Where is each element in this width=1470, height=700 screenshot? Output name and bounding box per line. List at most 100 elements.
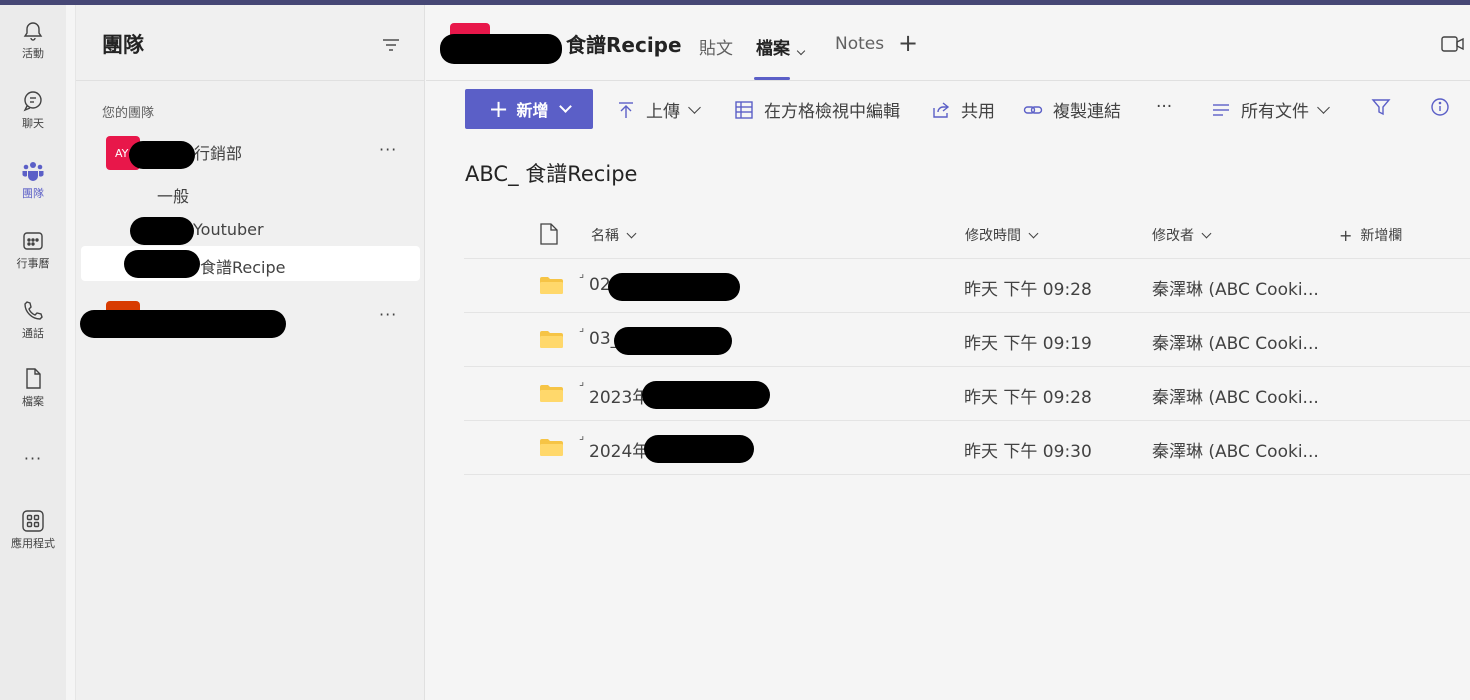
rail-label: 檔案 <box>22 395 44 408</box>
rail-item-apps[interactable]: 應用程式 <box>0 505 66 565</box>
chevron-down-icon <box>558 100 572 113</box>
column-modified-by-label: 修改者 <box>1152 228 1194 244</box>
file-modified: 昨天 下午 09:30 <box>964 442 1092 462</box>
team-second[interactable]: ··· <box>80 301 412 338</box>
table-row[interactable]: ⌟ 02 昨天 下午 09:28 秦澤琳 (ABC Cooki... <box>464 259 1470 313</box>
share-button[interactable]: 共用 <box>931 97 995 122</box>
info-icon <box>1431 98 1449 116</box>
rail-item-calendar[interactable]: 行事曆 <box>0 225 66 285</box>
tab-notes[interactable]: Notes <box>835 34 884 54</box>
folder-icon <box>540 331 563 348</box>
new-button-label: 新增 <box>516 101 549 120</box>
column-modified-label: 修改時間 <box>965 228 1021 244</box>
teams-title: 團隊 <box>102 33 144 57</box>
rail-label: 聊天 <box>22 117 44 130</box>
rail-item-activity[interactable]: 活動 <box>0 15 66 75</box>
redacted-mark <box>80 310 286 338</box>
teams-icon <box>22 162 44 181</box>
channel-recipe[interactable]: 食譜Recipe <box>200 254 286 278</box>
channel-title: 食譜Recipe <box>566 33 682 57</box>
copy-link-label: 複製連結 <box>1053 102 1121 122</box>
plus-icon: + <box>1339 225 1353 245</box>
column-modified-by[interactable]: 修改者 <box>1152 225 1212 245</box>
list-view-icon <box>1213 103 1229 116</box>
redacted-mark <box>129 141 195 169</box>
more-commands-button[interactable]: ··· <box>1156 97 1172 117</box>
upload-icon <box>619 101 633 118</box>
rail-label: 通話 <box>22 327 44 340</box>
upload-label: 上傳 <box>646 102 680 122</box>
tab-files[interactable]: 檔案 <box>756 34 806 59</box>
share-icon <box>933 101 950 118</box>
video-call-icon[interactable] <box>1441 35 1465 53</box>
share-label: 共用 <box>961 102 995 122</box>
file-icon <box>26 368 41 389</box>
info-button[interactable] <box>1430 97 1460 117</box>
column-name-label: 名稱 <box>591 228 619 244</box>
phone-icon <box>24 301 43 320</box>
folder-icon <box>540 385 563 402</box>
filter-icon[interactable] <box>379 33 403 57</box>
new-item-icon: ⌟ <box>579 267 585 280</box>
team-name-suffix: 行銷部 <box>194 144 243 163</box>
redacted-mark <box>644 435 754 463</box>
file-modified: 昨天 下午 09:19 <box>964 334 1092 354</box>
table-row[interactable]: ⌟ 03_ 昨天 下午 09:19 秦澤琳 (ABC Cooki... <box>464 313 1470 367</box>
file-name[interactable]: 2023年 <box>589 383 649 408</box>
app-rail: 活動 聊天 團隊 行事曆 通話 檔案 ··· 應用程式 <box>0 5 66 700</box>
grid-edit-button[interactable]: 在方格檢視中編輯 <box>734 97 900 122</box>
tab-active-indicator <box>754 77 790 80</box>
redacted-mark <box>614 327 732 355</box>
new-item-icon: ⌟ <box>579 375 585 388</box>
file-list-header: 名稱 修改時間 修改者 + 新增欄 <box>464 210 1470 259</box>
team-more-button[interactable]: ··· <box>379 305 397 324</box>
rail-more-button[interactable]: ··· <box>0 449 66 468</box>
copy-link-button[interactable]: 複製連結 <box>1023 97 1121 122</box>
rail-item-chat[interactable]: 聊天 <box>0 85 66 145</box>
command-bar: + 新增 上傳 在方格檢視中編輯 共用 複製連結 ··· 所有文件 <box>426 83 1470 139</box>
chevron-down-icon <box>796 46 806 56</box>
file-modified: 昨天 下午 09:28 <box>964 388 1092 408</box>
file-type-icon[interactable] <box>540 223 558 245</box>
filter-button[interactable] <box>1371 97 1401 117</box>
file-name[interactable]: 2024年 <box>589 437 649 462</box>
file-modified-by: 秦澤琳 (ABC Cooki... <box>1152 388 1319 408</box>
chevron-down-icon <box>688 100 701 114</box>
redacted-mark <box>130 217 194 245</box>
channel-general[interactable]: 一般 <box>157 183 189 207</box>
file-modified-by: 秦澤琳 (ABC Cooki... <box>1152 442 1319 462</box>
rail-item-files[interactable]: 檔案 <box>0 363 66 423</box>
column-name[interactable]: 名稱 <box>591 225 637 245</box>
table-row[interactable]: ⌟ 2023年 昨天 下午 09:28 秦澤琳 (ABC Cooki... <box>464 367 1470 421</box>
column-modified[interactable]: 修改時間 <box>965 225 1039 245</box>
link-icon <box>1023 105 1043 114</box>
add-column-button[interactable]: + 新增欄 <box>1339 225 1402 245</box>
rail-label: 團隊 <box>22 187 44 200</box>
bell-icon <box>23 22 43 41</box>
table-row[interactable]: ⌟ 2024年 昨天 下午 09:30 秦澤琳 (ABC Cooki... <box>464 421 1470 475</box>
redacted-mark <box>440 34 562 64</box>
file-list: 名稱 修改時間 修改者 + 新增欄 ⌟ 02 昨天 下午 09:28 秦澤琳 (A… <box>464 210 1470 475</box>
upload-button[interactable]: 上傳 <box>616 97 701 122</box>
filter-funnel-icon <box>1371 99 1391 116</box>
redacted-mark <box>124 250 200 278</box>
tab-posts[interactable]: 貼文 <box>699 34 733 59</box>
team-more-button[interactable]: ··· <box>379 140 397 159</box>
apps-icon <box>22 510 44 532</box>
rail-label: 行事曆 <box>16 257 50 270</box>
file-modified-by: 秦澤琳 (ABC Cooki... <box>1152 280 1319 300</box>
folder-icon <box>540 439 563 456</box>
team-marketing[interactable]: AY 行銷部 ··· <box>102 136 412 172</box>
channel-youtuber[interactable]: Youtuber <box>193 220 264 239</box>
file-modified-by: 秦澤琳 (ABC Cooki... <box>1152 334 1319 354</box>
grid-icon <box>735 100 753 119</box>
add-tab-button[interactable]: + <box>898 29 918 57</box>
rail-item-calls[interactable]: 通話 <box>0 295 66 355</box>
view-selector[interactable]: 所有文件 <box>1211 97 1330 122</box>
new-button[interactable]: + 新增 <box>465 89 593 129</box>
rail-label: 活動 <box>22 47 44 60</box>
chevron-down-icon <box>1201 228 1212 239</box>
plus-icon: + <box>488 95 509 123</box>
chevron-down-icon <box>1317 100 1330 114</box>
rail-item-teams[interactable]: 團隊 <box>0 155 66 215</box>
